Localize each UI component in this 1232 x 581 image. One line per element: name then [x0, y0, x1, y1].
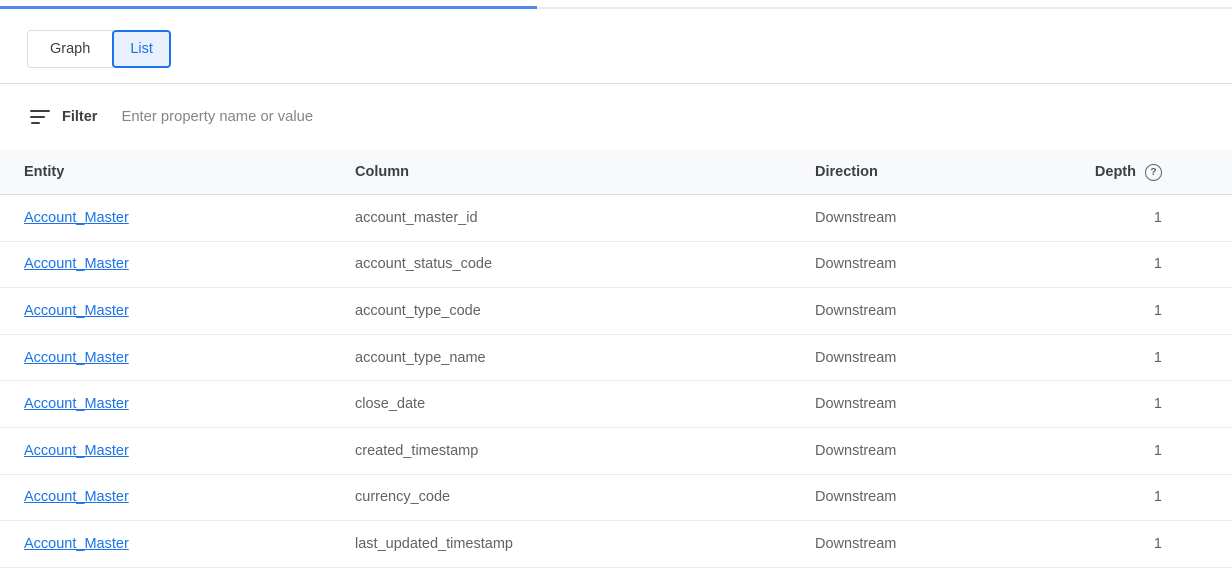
- entity-link[interactable]: Account_Master: [24, 536, 129, 552]
- depth-cell: 1: [1062, 396, 1232, 412]
- depth-cell: 1: [1062, 256, 1232, 272]
- direction-cell: Downstream: [815, 489, 1062, 505]
- entity-link[interactable]: Account_Master: [24, 489, 129, 505]
- column-cell: account_master_id: [355, 210, 815, 226]
- header-depth: Depth ?: [1062, 164, 1232, 181]
- column-cell: close_date: [355, 396, 815, 412]
- depth-cell: 1: [1062, 350, 1232, 366]
- tab-strip: [0, 0, 1232, 9]
- table-row: Account_Master account_master_id Downstr…: [0, 195, 1232, 242]
- depth-cell: 1: [1062, 210, 1232, 226]
- column-cell: account_status_code: [355, 256, 815, 272]
- filter-icon: [30, 110, 50, 125]
- entity-link[interactable]: Account_Master: [24, 303, 129, 319]
- direction-cell: Downstream: [815, 396, 1062, 412]
- depth-cell: 1: [1062, 489, 1232, 505]
- filter-input[interactable]: [121, 109, 1208, 125]
- entity-cell: Account_Master: [0, 536, 355, 552]
- table-row: Account_Master currency_code Downstream …: [0, 475, 1232, 522]
- help-icon[interactable]: ?: [1145, 164, 1162, 181]
- graph-view-button[interactable]: Graph: [27, 30, 113, 68]
- column-cell: account_type_code: [355, 303, 815, 319]
- direction-cell: Downstream: [815, 210, 1062, 226]
- table-row: Account_Master created_timestamp Downstr…: [0, 428, 1232, 475]
- entity-link[interactable]: Account_Master: [24, 443, 129, 459]
- column-cell: created_timestamp: [355, 443, 815, 459]
- header-direction: Direction: [815, 164, 1062, 180]
- direction-cell: Downstream: [815, 256, 1062, 272]
- depth-cell: 1: [1062, 303, 1232, 319]
- entity-cell: Account_Master: [0, 489, 355, 505]
- direction-cell: Downstream: [815, 443, 1062, 459]
- direction-cell: Downstream: [815, 350, 1062, 366]
- entity-link[interactable]: Account_Master: [24, 210, 129, 226]
- column-cell: account_type_name: [355, 350, 815, 366]
- header-entity: Entity: [0, 164, 355, 180]
- entity-cell: Account_Master: [0, 303, 355, 319]
- depth-cell: 1: [1062, 443, 1232, 459]
- lineage-table: Entity Column Direction Depth ? Account_…: [0, 150, 1232, 568]
- filter-bar[interactable]: Filter: [0, 83, 1232, 150]
- active-tab-indicator: [0, 6, 537, 9]
- column-cell: last_updated_timestamp: [355, 536, 815, 552]
- entity-cell: Account_Master: [0, 350, 355, 366]
- entity-cell: Account_Master: [0, 396, 355, 412]
- list-view-button[interactable]: List: [112, 30, 171, 68]
- table-row: Account_Master last_updated_timestamp Do…: [0, 521, 1232, 568]
- view-toggle: Graph List: [27, 30, 171, 68]
- entity-link[interactable]: Account_Master: [24, 256, 129, 272]
- filter-label: Filter: [62, 109, 97, 125]
- column-cell: currency_code: [355, 489, 815, 505]
- entity-cell: Account_Master: [0, 256, 355, 272]
- direction-cell: Downstream: [815, 536, 1062, 552]
- entity-link[interactable]: Account_Master: [24, 396, 129, 412]
- entity-link[interactable]: Account_Master: [24, 350, 129, 366]
- table-row: Account_Master account_status_code Downs…: [0, 242, 1232, 289]
- header-column: Column: [355, 164, 815, 180]
- table-row: Account_Master account_type_name Downstr…: [0, 335, 1232, 382]
- table-header-row: Entity Column Direction Depth ?: [0, 150, 1232, 195]
- table-row: Account_Master close_date Downstream 1: [0, 381, 1232, 428]
- entity-cell: Account_Master: [0, 443, 355, 459]
- entity-cell: Account_Master: [0, 210, 355, 226]
- view-toolbar: Graph List: [0, 9, 1232, 83]
- table-row: Account_Master account_type_code Downstr…: [0, 288, 1232, 335]
- lineage-panel: Graph List Filter Entity Column Directio…: [0, 0, 1232, 581]
- header-depth-label: Depth: [1095, 164, 1136, 180]
- depth-cell: 1: [1062, 536, 1232, 552]
- direction-cell: Downstream: [815, 303, 1062, 319]
